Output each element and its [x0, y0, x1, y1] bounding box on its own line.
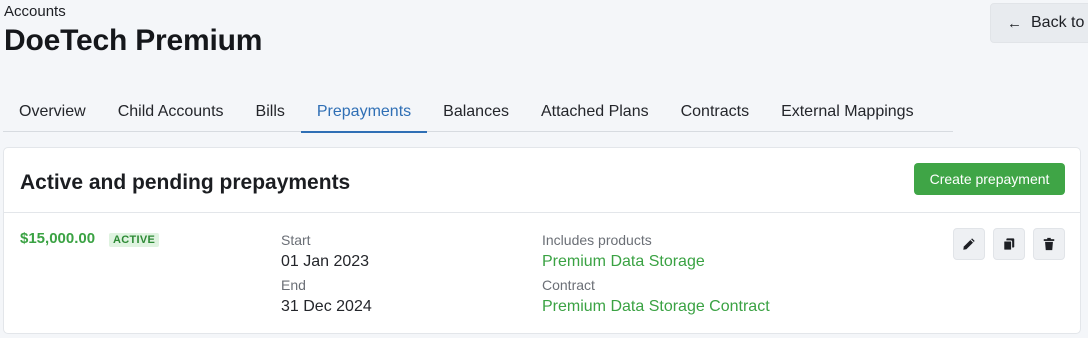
start-value: 01 Jan 2023: [281, 253, 370, 270]
breadcrumb[interactable]: Accounts: [4, 3, 66, 20]
page-title: DoeTech Premium: [4, 24, 263, 57]
trash-icon: [1043, 237, 1055, 251]
section-title: Active and pending prepayments: [20, 171, 351, 194]
tab-attached-plans[interactable]: Attached Plans: [525, 94, 665, 132]
back-button-label: Back to: [1031, 14, 1085, 31]
edit-button[interactable]: [953, 228, 985, 260]
pencil-icon: [963, 238, 975, 250]
tab-prepayments[interactable]: Prepayments: [300, 94, 428, 133]
create-prepayment-button[interactable]: Create prepayment: [914, 163, 1065, 195]
status-badge: ACTIVE: [109, 233, 160, 247]
tab-child-accounts[interactable]: Child Accounts: [102, 94, 240, 132]
delete-button[interactable]: [1033, 228, 1065, 260]
tab-balances[interactable]: Balances: [427, 94, 525, 132]
copy-icon: [1003, 238, 1015, 251]
contract-link[interactable]: Premium Data Storage Contract: [542, 298, 770, 316]
tab-overview[interactable]: Overview: [3, 94, 102, 132]
end-label: End: [281, 277, 306, 293]
products-label: Includes products: [542, 232, 652, 248]
product-link[interactable]: Premium Data Storage: [542, 253, 705, 271]
arrow-left-icon: ←: [1007, 14, 1022, 32]
prepayments-card: Active and pending prepayments Create pr…: [3, 147, 1081, 334]
tab-bar: Overview Child Accounts Bills Prepayment…: [3, 94, 953, 133]
back-button[interactable]: ← Back to: [990, 3, 1088, 43]
tab-external-mappings[interactable]: External Mappings: [765, 94, 930, 132]
prepayment-amount: $15,000.00: [20, 230, 96, 247]
card-header: Active and pending prepayments Create pr…: [4, 148, 1080, 213]
tab-bills[interactable]: Bills: [240, 94, 301, 132]
tab-contracts[interactable]: Contracts: [665, 94, 765, 132]
contract-label: Contract: [542, 277, 595, 293]
end-value: 31 Dec 2024: [281, 298, 372, 315]
duplicate-button[interactable]: [993, 228, 1025, 260]
start-label: Start: [281, 232, 311, 248]
